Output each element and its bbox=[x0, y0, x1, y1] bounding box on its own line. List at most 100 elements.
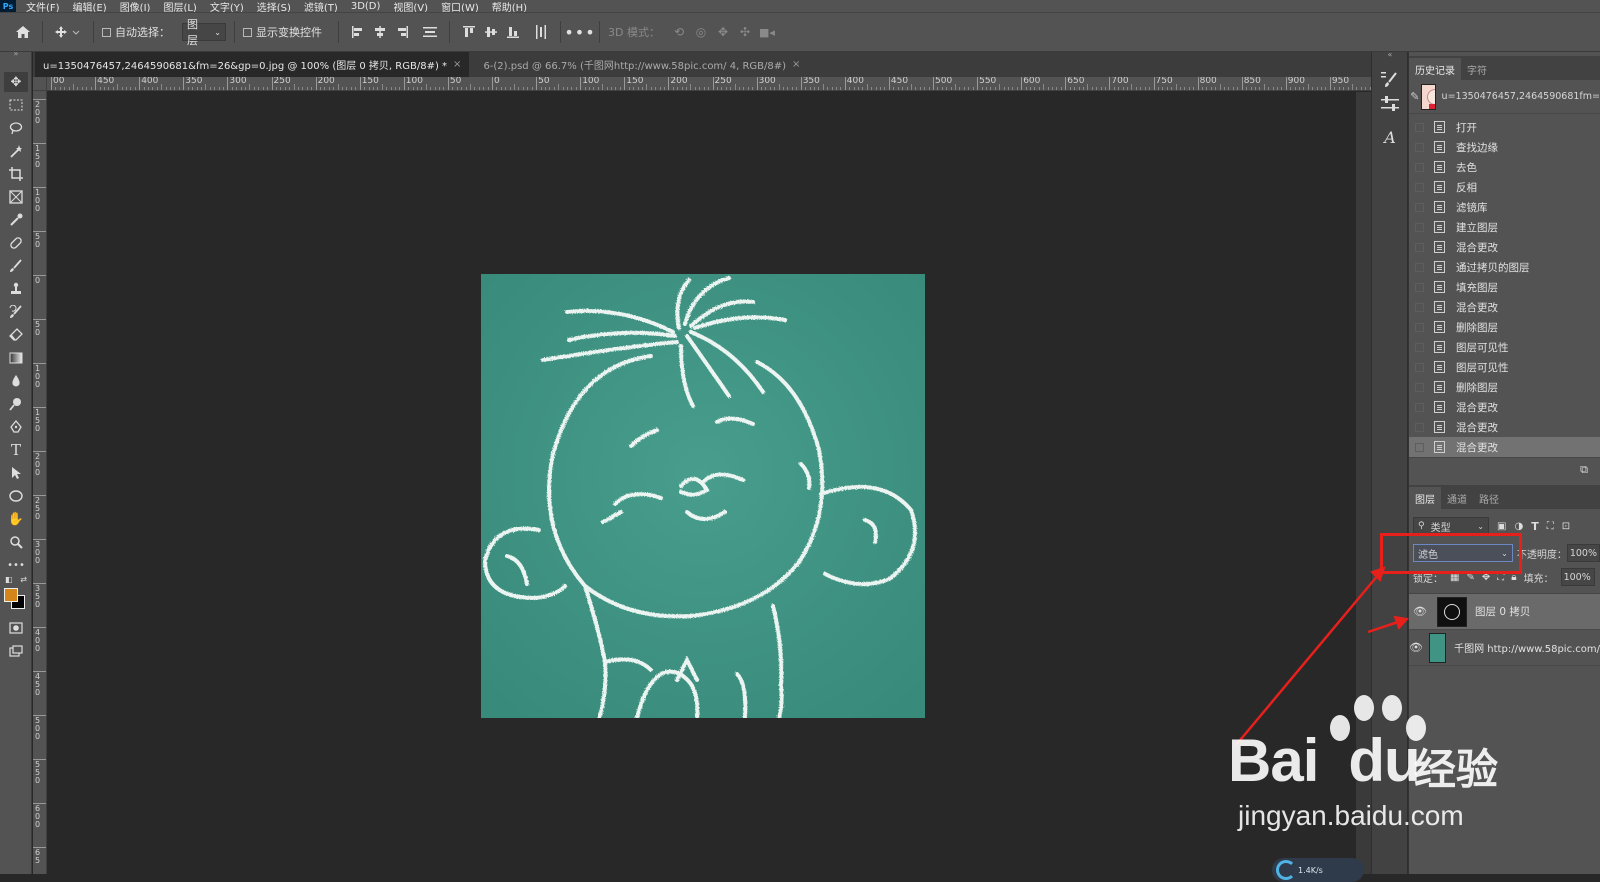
align-hcenter-icon[interactable] bbox=[369, 21, 391, 43]
lasso-tool-icon[interactable] bbox=[4, 118, 28, 138]
tab-history[interactable]: 历史记录 bbox=[1409, 58, 1461, 80]
adjustments-sliders-icon[interactable] bbox=[1380, 94, 1400, 114]
brush-settings-icon[interactable] bbox=[1380, 70, 1400, 90]
history-item[interactable]: 混合更改 bbox=[1409, 437, 1600, 457]
history-source-checkbox[interactable] bbox=[1415, 342, 1424, 352]
tab-layers[interactable]: 图层 bbox=[1409, 487, 1441, 509]
zoom-tool-icon[interactable] bbox=[4, 532, 28, 552]
horizontal-ruler[interactable]: 00 450 400 350 300 250 200 150 100 50 0 50 100 150 200… bbox=[47, 77, 1371, 91]
history-item[interactable]: 混合更改 bbox=[1409, 297, 1600, 317]
history-item[interactable]: 图层可见性 bbox=[1409, 337, 1600, 357]
history-source-checkbox[interactable] bbox=[1415, 362, 1424, 372]
brush-tool-icon[interactable] bbox=[4, 256, 28, 276]
history-item[interactable]: 填充图层 bbox=[1409, 277, 1600, 297]
menu-3d[interactable]: 3D(D) bbox=[351, 1, 381, 12]
healing-brush-tool-icon[interactable] bbox=[4, 233, 28, 253]
align-left-icon[interactable] bbox=[347, 21, 369, 43]
quick-mask-icon[interactable] bbox=[4, 618, 28, 638]
close-icon[interactable]: × bbox=[453, 59, 461, 70]
history-item[interactable]: 图层可见性 bbox=[1409, 357, 1600, 377]
show-transform-checkbox[interactable] bbox=[243, 27, 252, 37]
history-item[interactable]: 打开 bbox=[1409, 117, 1600, 137]
collapse-panels-icon[interactable]: « bbox=[1372, 50, 1408, 59]
distribute-vertical-icon[interactable] bbox=[530, 21, 552, 43]
swap-colors-icon[interactable]: ◧ ⇄ bbox=[4, 573, 28, 585]
vertical-ruler[interactable]: 2 0 0 1 5 0 1 0 0 5 0 0 5 0 1 0 0 1 5 0 2 0 0 2 5… bbox=[33, 91, 47, 874]
history-source-checkbox[interactable] bbox=[1415, 402, 1424, 412]
history-source-checkbox[interactable] bbox=[1415, 282, 1424, 292]
marquee-tool-icon[interactable] bbox=[4, 95, 28, 115]
edit-toolbar-icon[interactable]: ••• bbox=[4, 555, 28, 575]
more-options-icon[interactable]: ••• bbox=[564, 21, 594, 43]
dodge-tool-icon[interactable] bbox=[4, 394, 28, 414]
align-bottom-icon[interactable] bbox=[502, 21, 524, 43]
history-source-checkbox[interactable] bbox=[1415, 382, 1424, 392]
history-source-checkbox[interactable] bbox=[1415, 142, 1424, 152]
move-tool-preset-icon[interactable] bbox=[51, 21, 85, 43]
pen-tool-icon[interactable] bbox=[4, 417, 28, 437]
history-brush-source-icon[interactable]: ✎ bbox=[1409, 90, 1421, 103]
auto-select-target-dropdown[interactable]: 图层 ⌄ bbox=[182, 18, 226, 47]
screen-mode-icon[interactable] bbox=[4, 641, 28, 661]
filter-smart-object-icon[interactable]: ⊡ bbox=[1562, 521, 1570, 532]
blur-tool-icon[interactable] bbox=[4, 371, 28, 391]
gradient-tool-icon[interactable] bbox=[4, 348, 28, 368]
history-item[interactable]: 混合更改 bbox=[1409, 397, 1600, 417]
history-item[interactable]: 去色 bbox=[1409, 157, 1600, 177]
history-brush-tool-icon[interactable] bbox=[4, 302, 28, 322]
history-item[interactable]: 滤镜库 bbox=[1409, 197, 1600, 217]
3d-orbit-icon[interactable]: ⟲ bbox=[668, 21, 690, 43]
ellipse-tool-icon[interactable] bbox=[4, 486, 28, 506]
type-tool-icon[interactable]: T bbox=[4, 440, 28, 460]
clone-stamp-tool-icon[interactable] bbox=[4, 279, 28, 299]
foreground-color-swatch[interactable] bbox=[4, 588, 18, 602]
new-snapshot-icon[interactable]: ⧉ bbox=[1580, 463, 1588, 477]
history-source-checkbox[interactable] bbox=[1415, 322, 1424, 332]
history-source-checkbox[interactable] bbox=[1415, 302, 1424, 312]
history-source-checkbox[interactable] bbox=[1415, 262, 1424, 272]
history-item[interactable]: 反相 bbox=[1409, 177, 1600, 197]
path-selection-tool-icon[interactable] bbox=[4, 463, 28, 483]
history-source-checkbox[interactable] bbox=[1415, 122, 1424, 132]
history-source-checkbox[interactable] bbox=[1415, 442, 1424, 452]
artwork-image[interactable] bbox=[481, 274, 925, 718]
auto-select-checkbox[interactable] bbox=[102, 27, 111, 37]
glyphs-panel-icon[interactable]: A bbox=[1380, 128, 1400, 148]
align-right-icon[interactable] bbox=[391, 21, 413, 43]
history-item[interactable]: 删除图层 bbox=[1409, 317, 1600, 337]
history-source-checkbox[interactable] bbox=[1415, 242, 1424, 252]
fill-input[interactable]: 100% bbox=[1560, 568, 1595, 586]
filter-type-icon[interactable]: T bbox=[1531, 520, 1539, 533]
history-item[interactable]: 删除图层 bbox=[1409, 377, 1600, 397]
3d-pan-icon[interactable]: ✥ bbox=[712, 21, 734, 43]
distribute-horizontal-icon[interactable] bbox=[419, 21, 441, 43]
tab-document-active[interactable]: u=1350476457,2464590681&fm=26&gp=0.jpg @… bbox=[35, 52, 470, 77]
tab-paths[interactable]: 路径 bbox=[1473, 487, 1505, 509]
history-item[interactable]: 查找边缘 bbox=[1409, 137, 1600, 157]
filter-shape-icon[interactable]: ⛶ bbox=[1547, 521, 1554, 532]
history-snapshot-row[interactable]: ✎ u=1350476457,2464590681fm= bbox=[1409, 80, 1600, 114]
align-vcenter-icon[interactable] bbox=[480, 21, 502, 43]
filter-adjustment-icon[interactable]: ◑ bbox=[1514, 521, 1523, 532]
align-top-icon[interactable] bbox=[458, 21, 480, 43]
opacity-input[interactable]: 100% bbox=[1566, 544, 1600, 562]
hand-tool-icon[interactable]: ✋ bbox=[4, 509, 28, 529]
history-source-checkbox[interactable] bbox=[1415, 422, 1424, 432]
3d-roll-icon[interactable]: ◎ bbox=[690, 21, 712, 43]
history-source-checkbox[interactable] bbox=[1415, 222, 1424, 232]
history-source-checkbox[interactable] bbox=[1415, 162, 1424, 172]
tab-document-psd[interactable]: 6-(2).psd @ 66.7% (千图网http://www.58pic.c… bbox=[475, 52, 808, 77]
frame-tool-icon[interactable] bbox=[4, 187, 28, 207]
history-source-checkbox[interactable] bbox=[1415, 202, 1424, 212]
history-item[interactable]: 建立图层 bbox=[1409, 217, 1600, 237]
3d-slide-icon[interactable]: ✣ bbox=[734, 21, 756, 43]
move-tool-icon[interactable]: ✥ bbox=[4, 72, 28, 92]
close-icon[interactable]: × bbox=[792, 59, 800, 70]
magic-wand-tool-icon[interactable] bbox=[4, 141, 28, 161]
3d-camera-icon[interactable]: ■◂ bbox=[756, 21, 778, 43]
history-item[interactable]: 混合更改 bbox=[1409, 417, 1600, 437]
history-item[interactable]: 混合更改 bbox=[1409, 237, 1600, 257]
history-item[interactable]: 通过拷贝的图层 bbox=[1409, 257, 1600, 277]
eraser-tool-icon[interactable] bbox=[4, 325, 28, 345]
tab-channels[interactable]: 通道 bbox=[1441, 487, 1473, 509]
